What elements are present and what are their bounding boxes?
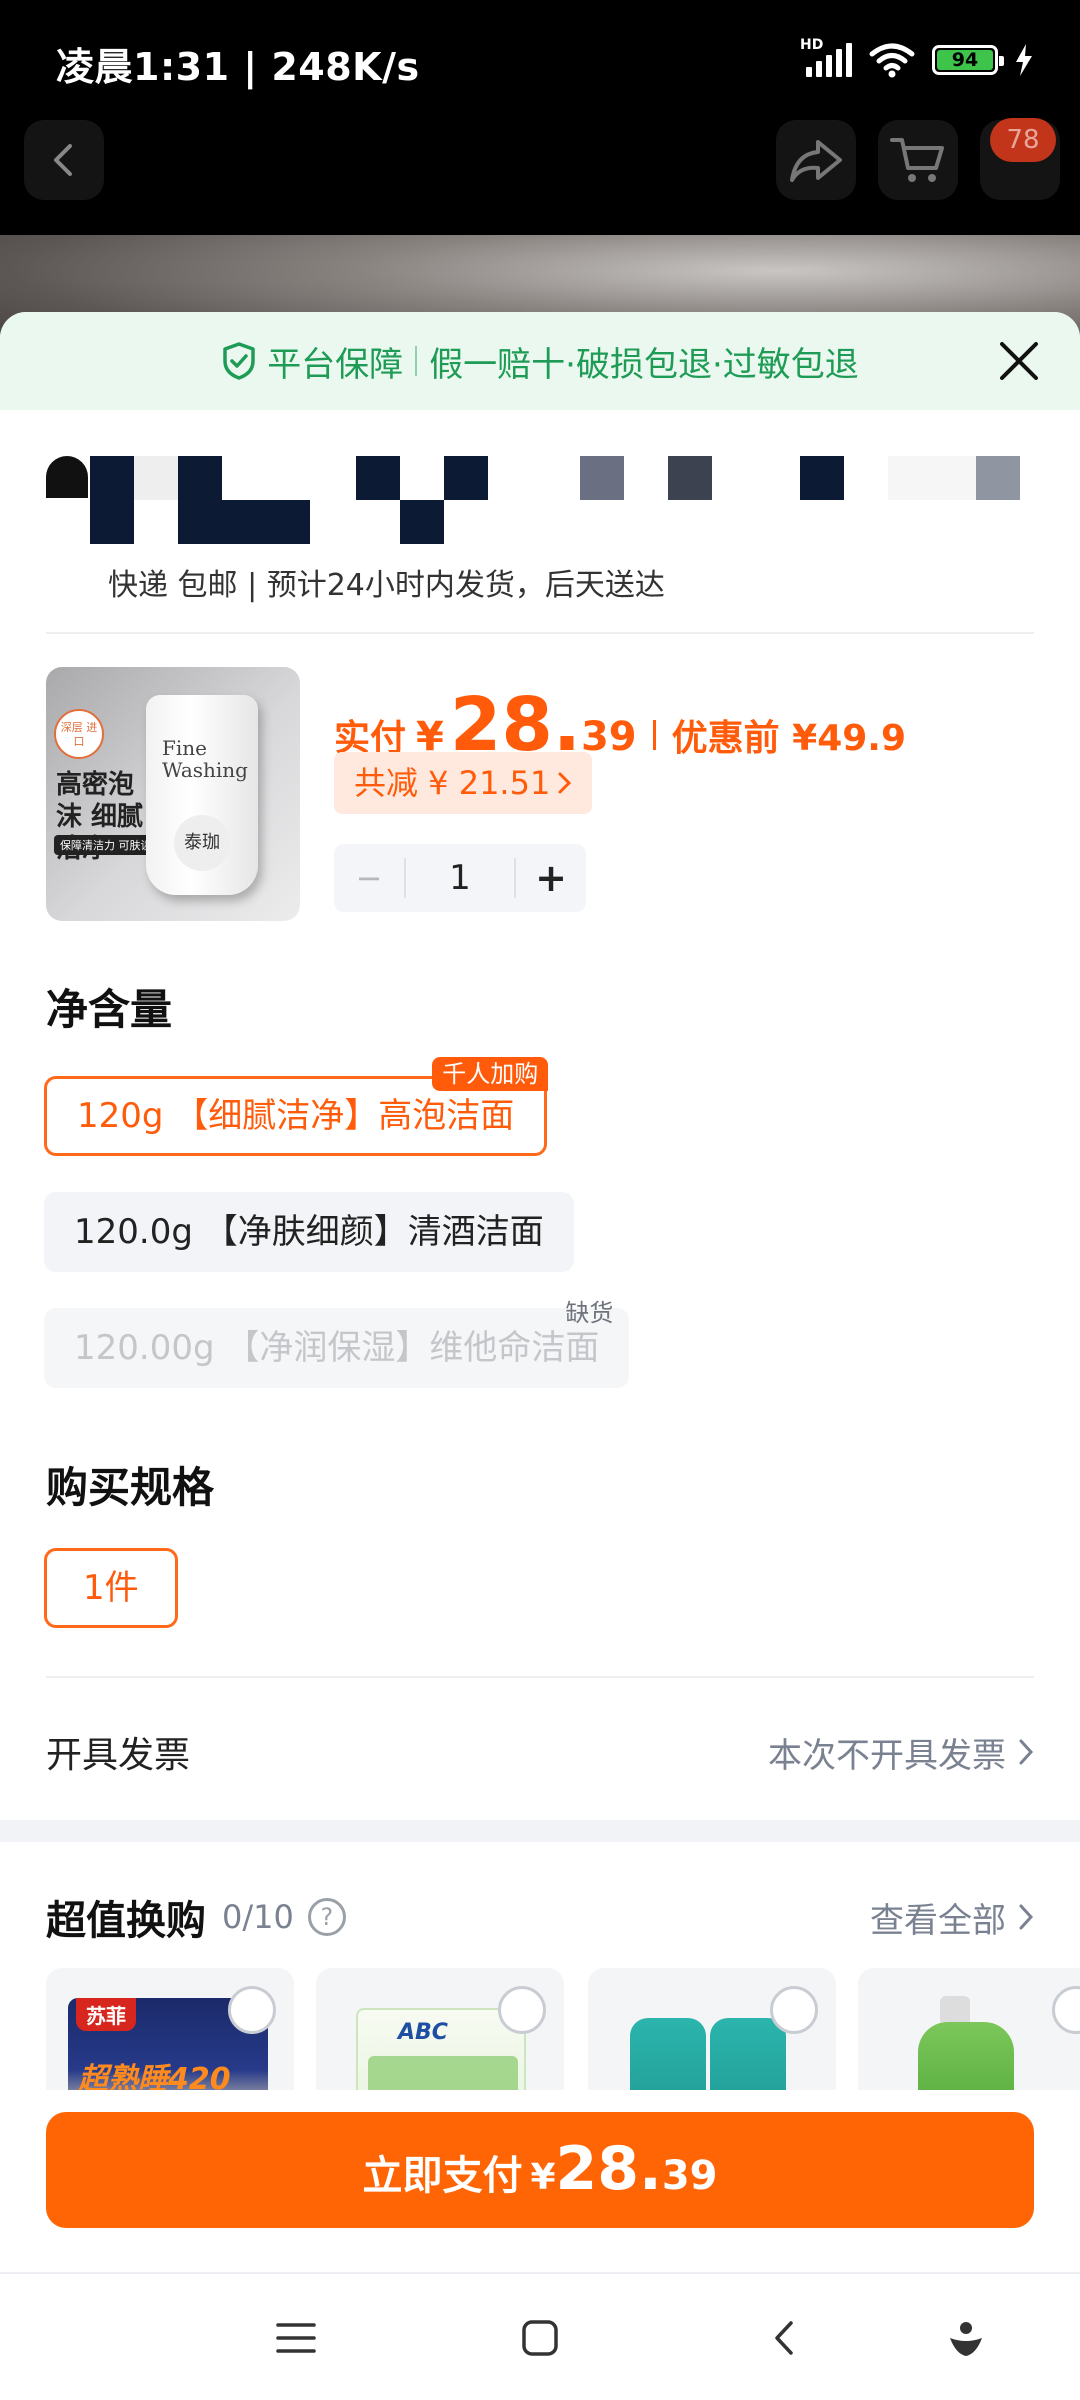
help-icon[interactable]: ?	[307, 1898, 346, 1936]
share-icon	[790, 140, 842, 182]
chevron-right-icon	[1019, 1904, 1034, 1930]
card-brand: 苏菲	[76, 1998, 136, 2031]
swap-header: 超值换购 0/10 ? 查看全部	[46, 1882, 1034, 1952]
pay-integer: 28.	[555, 2134, 662, 2204]
shield-check-icon	[223, 342, 255, 380]
invoice-label: 开具发票	[46, 1735, 191, 1776]
net-content-option-1[interactable]: 120g 【细腻洁净】高泡洁面 千人加购	[44, 1057, 549, 1156]
net-content-title: 净含量	[46, 985, 173, 1034]
sku-sheet: 平台保障 假一赔十·破损包退·过敏包退 快递 包邮 | 预计24小时内发货，后天…	[0, 312, 1080, 2272]
pay-decimal: 39	[661, 2153, 718, 2199]
out-of-stock-badge: 缺货	[565, 1299, 614, 1327]
home-icon[interactable]	[518, 2316, 562, 2360]
spec-title: 购买规格	[46, 1463, 215, 1512]
net-content-option-3[interactable]: 120.00g 【净润保湿】维他命洁面 缺货	[44, 1299, 630, 1388]
swap-title: 超值换购	[46, 1898, 206, 1944]
battery-level: 94	[937, 50, 993, 70]
menu-icon[interactable]	[274, 2316, 318, 2360]
status-icons: HD 94	[800, 37, 1034, 78]
share-button[interactable]	[776, 120, 856, 200]
system-nav-bar	[0, 2272, 1080, 2400]
divider	[46, 632, 1034, 634]
view-all-label: 查看全部	[870, 1900, 1006, 1941]
discount-chip[interactable]: 共减 ¥ 21.51	[334, 752, 593, 814]
status-time: 凌晨1:31 | 248K/s	[56, 45, 420, 89]
screen: 凌晨1:31 | 248K/s HD 94 78 平台保障 假一赔十·破损包退·…	[0, 0, 1080, 2400]
back-arrow-icon	[54, 144, 72, 176]
select-radio[interactable]	[498, 1986, 546, 2034]
select-radio[interactable]	[1052, 1986, 1080, 2034]
original-price: 优惠前 ¥49.9	[671, 718, 907, 759]
battery-icon: 94	[932, 45, 1004, 75]
status-bar: 凌晨1:31 | 248K/s HD 94	[0, 0, 1080, 120]
option-label: 120.00g 【净润保湿】维他命洁面	[74, 1328, 600, 1368]
discount-text: 共减 ¥ 21.51	[354, 764, 551, 802]
cart-badge: 78	[990, 118, 1056, 162]
hd-label: HD	[800, 37, 824, 53]
close-icon[interactable]	[998, 340, 1040, 382]
spec-option-1[interactable]: 1件	[44, 1548, 178, 1628]
thumb-tag: 深层 进口	[54, 709, 104, 759]
back-button[interactable]	[24, 120, 104, 200]
increase-button[interactable]: +	[516, 856, 586, 900]
cart-icon	[890, 138, 944, 182]
card-brand: ABC	[398, 2020, 448, 2045]
net-content-option-2[interactable]: 120.0g 【净肤细颜】清酒洁面	[44, 1192, 574, 1272]
quantity-value[interactable]: 1	[404, 858, 516, 898]
decrease-button[interactable]: −	[334, 859, 404, 897]
guarantee-banner: 平台保障 假一赔十·破损包退·过敏包退	[0, 312, 1080, 410]
product-thumbnail[interactable]: 深层 进口 高密泡沫 细腻洁净 保障清洁力 可肤读卖 Fine Washing …	[46, 667, 300, 921]
top-nav: 78	[0, 118, 1080, 235]
option-badge: 千人加购	[432, 1057, 549, 1091]
select-radio[interactable]	[770, 1986, 818, 2034]
divider	[46, 1676, 1034, 1678]
chevron-right-icon	[558, 772, 572, 794]
guarantee-title: 平台保障	[267, 344, 404, 385]
back-icon[interactable]	[762, 2316, 806, 2360]
charging-icon	[1016, 44, 1032, 76]
wifi-icon	[869, 43, 915, 78]
view-all-link[interactable]: 查看全部	[870, 1893, 1034, 1942]
option-label: 120.0g 【净肤细颜】清酒洁面	[74, 1212, 544, 1252]
delivery-subtext: 快递 包邮 | 预计24小时内发货，后天送达	[108, 568, 665, 603]
quantity-stepper: − 1 +	[334, 844, 586, 912]
assistant-icon[interactable]	[944, 2316, 988, 2360]
select-radio[interactable]	[228, 1986, 276, 2034]
pay-label: 立即支付	[362, 2153, 523, 2199]
section-gap	[0, 1820, 1080, 1842]
option-label: 1件	[83, 1568, 139, 1608]
swap-count: 0/10	[222, 1898, 294, 1936]
tube-text: Fine Washing	[162, 736, 248, 782]
chevron-right-icon	[1019, 1739, 1034, 1765]
tube-logo: 泰珈	[174, 815, 230, 871]
cart-button[interactable]	[878, 120, 958, 200]
invoice-row[interactable]: 开具发票 本次不开具发票	[46, 1712, 1034, 1792]
option-label: 120g 【细腻洁净】高泡洁面	[77, 1096, 515, 1136]
cell-signal-icon: HD	[800, 37, 852, 77]
pixelated-address	[46, 444, 1036, 554]
invoice-value-wrap: 本次不开具发票	[768, 1728, 1034, 1777]
invoice-value: 本次不开具发票	[768, 1735, 1006, 1776]
pay-now-button[interactable]: 立即支付 ¥ 28. 39	[46, 2112, 1034, 2228]
cleanser-tube-image: Fine Washing 泰珈	[146, 695, 258, 895]
guarantee-text: 假一赔十·破损包退·过敏包退	[429, 344, 859, 385]
pay-currency: ¥	[530, 2157, 556, 2198]
address-row[interactable]: 快递 包邮 | 预计24小时内发货，后天送达	[0, 410, 1080, 630]
